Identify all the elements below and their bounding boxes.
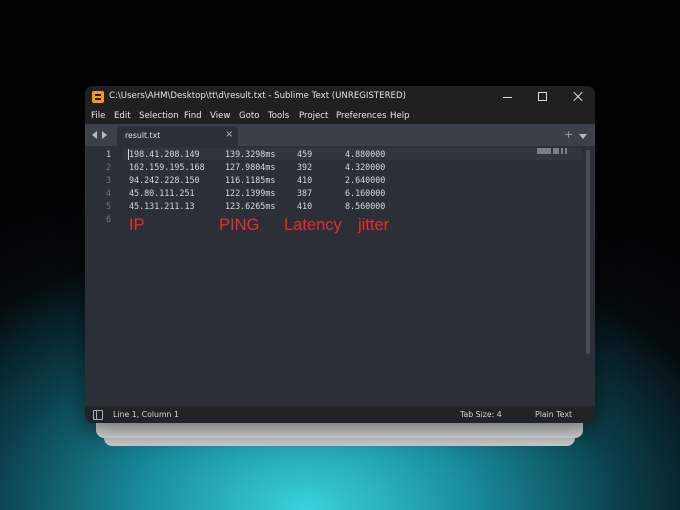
cell-latency[interactable]: 459: [297, 149, 312, 159]
cell-ping[interactable]: 139.3298ms: [225, 149, 275, 159]
toggle-sidebar-icon[interactable]: [93, 410, 103, 420]
syntax-selector[interactable]: Plain Text: [535, 410, 572, 419]
cell-jitter[interactable]: 4.320000: [345, 162, 385, 172]
close-window-button[interactable]: [561, 86, 595, 108]
tab-menu-chevron-down-icon[interactable]: [579, 134, 587, 139]
cell-latency[interactable]: 410: [297, 201, 312, 211]
menu-goto[interactable]: Goto: [239, 111, 260, 121]
status-bar: Line 1, Column 1 Tab Size: 4 Plain Text: [85, 406, 595, 423]
title-bar[interactable]: C:\Users\AHM\Desktop\tt\d\result.txt - S…: [85, 86, 595, 108]
cursor-position: Line 1, Column 1: [113, 410, 179, 419]
minimize-button[interactable]: [491, 86, 525, 108]
line-number: 1: [105, 149, 111, 159]
menu-preferences[interactable]: Preferences: [336, 111, 387, 121]
cell-ip[interactable]: 45.80.111.251: [129, 188, 195, 198]
cell-ip[interactable]: 162.159.195.168: [129, 162, 205, 172]
menu-edit[interactable]: Edit: [114, 111, 131, 121]
line-number: 2: [105, 162, 111, 172]
tab-result-txt[interactable]: result.txt ×: [117, 126, 238, 146]
vertical-scrollbar[interactable]: [586, 150, 590, 354]
tab-scroll-left-icon[interactable]: [92, 131, 97, 139]
cell-ping[interactable]: 123.6265ms: [225, 201, 275, 211]
cell-latency[interactable]: 387: [297, 188, 312, 198]
line-number-gutter: 1 2 3 4 5 6: [85, 146, 123, 406]
annotation-ping: PING: [219, 216, 260, 234]
sublime-text-window: C:\Users\AHM\Desktop\tt\d\result.txt - S…: [85, 86, 595, 423]
cell-ip[interactable]: 94.242.228.150: [129, 175, 200, 185]
menu-project[interactable]: Project: [299, 111, 328, 121]
cell-ip[interactable]: 198.41.208.149: [129, 149, 200, 159]
menu-view[interactable]: View: [210, 111, 230, 121]
cell-ping[interactable]: 122.1399ms: [225, 188, 275, 198]
menu-find[interactable]: Find: [184, 111, 202, 121]
menu-selection[interactable]: Selection: [139, 111, 179, 121]
line-number: 5: [105, 201, 111, 211]
menu-tools[interactable]: Tools: [268, 111, 289, 121]
cell-ping[interactable]: 116.1185ms: [225, 175, 275, 185]
annotation-jitter: jitter: [358, 216, 390, 234]
cell-latency[interactable]: 410: [297, 175, 312, 185]
cell-ping[interactable]: 127.9804ms: [225, 162, 275, 172]
annotation-ip: IP: [129, 216, 145, 234]
tab-label: result.txt: [125, 131, 161, 140]
annotation-latency: Latency: [284, 216, 342, 234]
line-number: 6: [105, 214, 111, 224]
menu-help[interactable]: Help: [390, 111, 410, 121]
cell-ip[interactable]: 45.131.211.13: [129, 201, 195, 211]
line-number: 4: [105, 188, 111, 198]
window-title: C:\Users\AHM\Desktop\tt\d\result.txt - S…: [109, 91, 406, 101]
minimap[interactable]: [537, 148, 567, 156]
tab-close-icon[interactable]: ×: [225, 129, 233, 140]
cell-jitter[interactable]: 8.560000: [345, 201, 385, 211]
sublime-text-app-icon: [92, 91, 104, 103]
tab-size-selector[interactable]: Tab Size: 4: [460, 410, 502, 419]
tab-scroll-right-icon[interactable]: [102, 131, 107, 139]
cell-latency[interactable]: 392: [297, 162, 312, 172]
cell-jitter[interactable]: 6.160000: [345, 188, 385, 198]
new-tab-plus-icon[interactable]: +: [564, 128, 573, 141]
cell-jitter[interactable]: 4.880000: [345, 149, 385, 159]
menu-file[interactable]: File: [91, 111, 105, 121]
maximize-button[interactable]: [526, 86, 560, 108]
menu-bar: File Edit Selection Find View Goto Tools…: [85, 108, 595, 124]
line-number: 3: [105, 175, 111, 185]
cell-jitter[interactable]: 2.640000: [345, 175, 385, 185]
tab-bar: result.txt × +: [85, 124, 595, 146]
